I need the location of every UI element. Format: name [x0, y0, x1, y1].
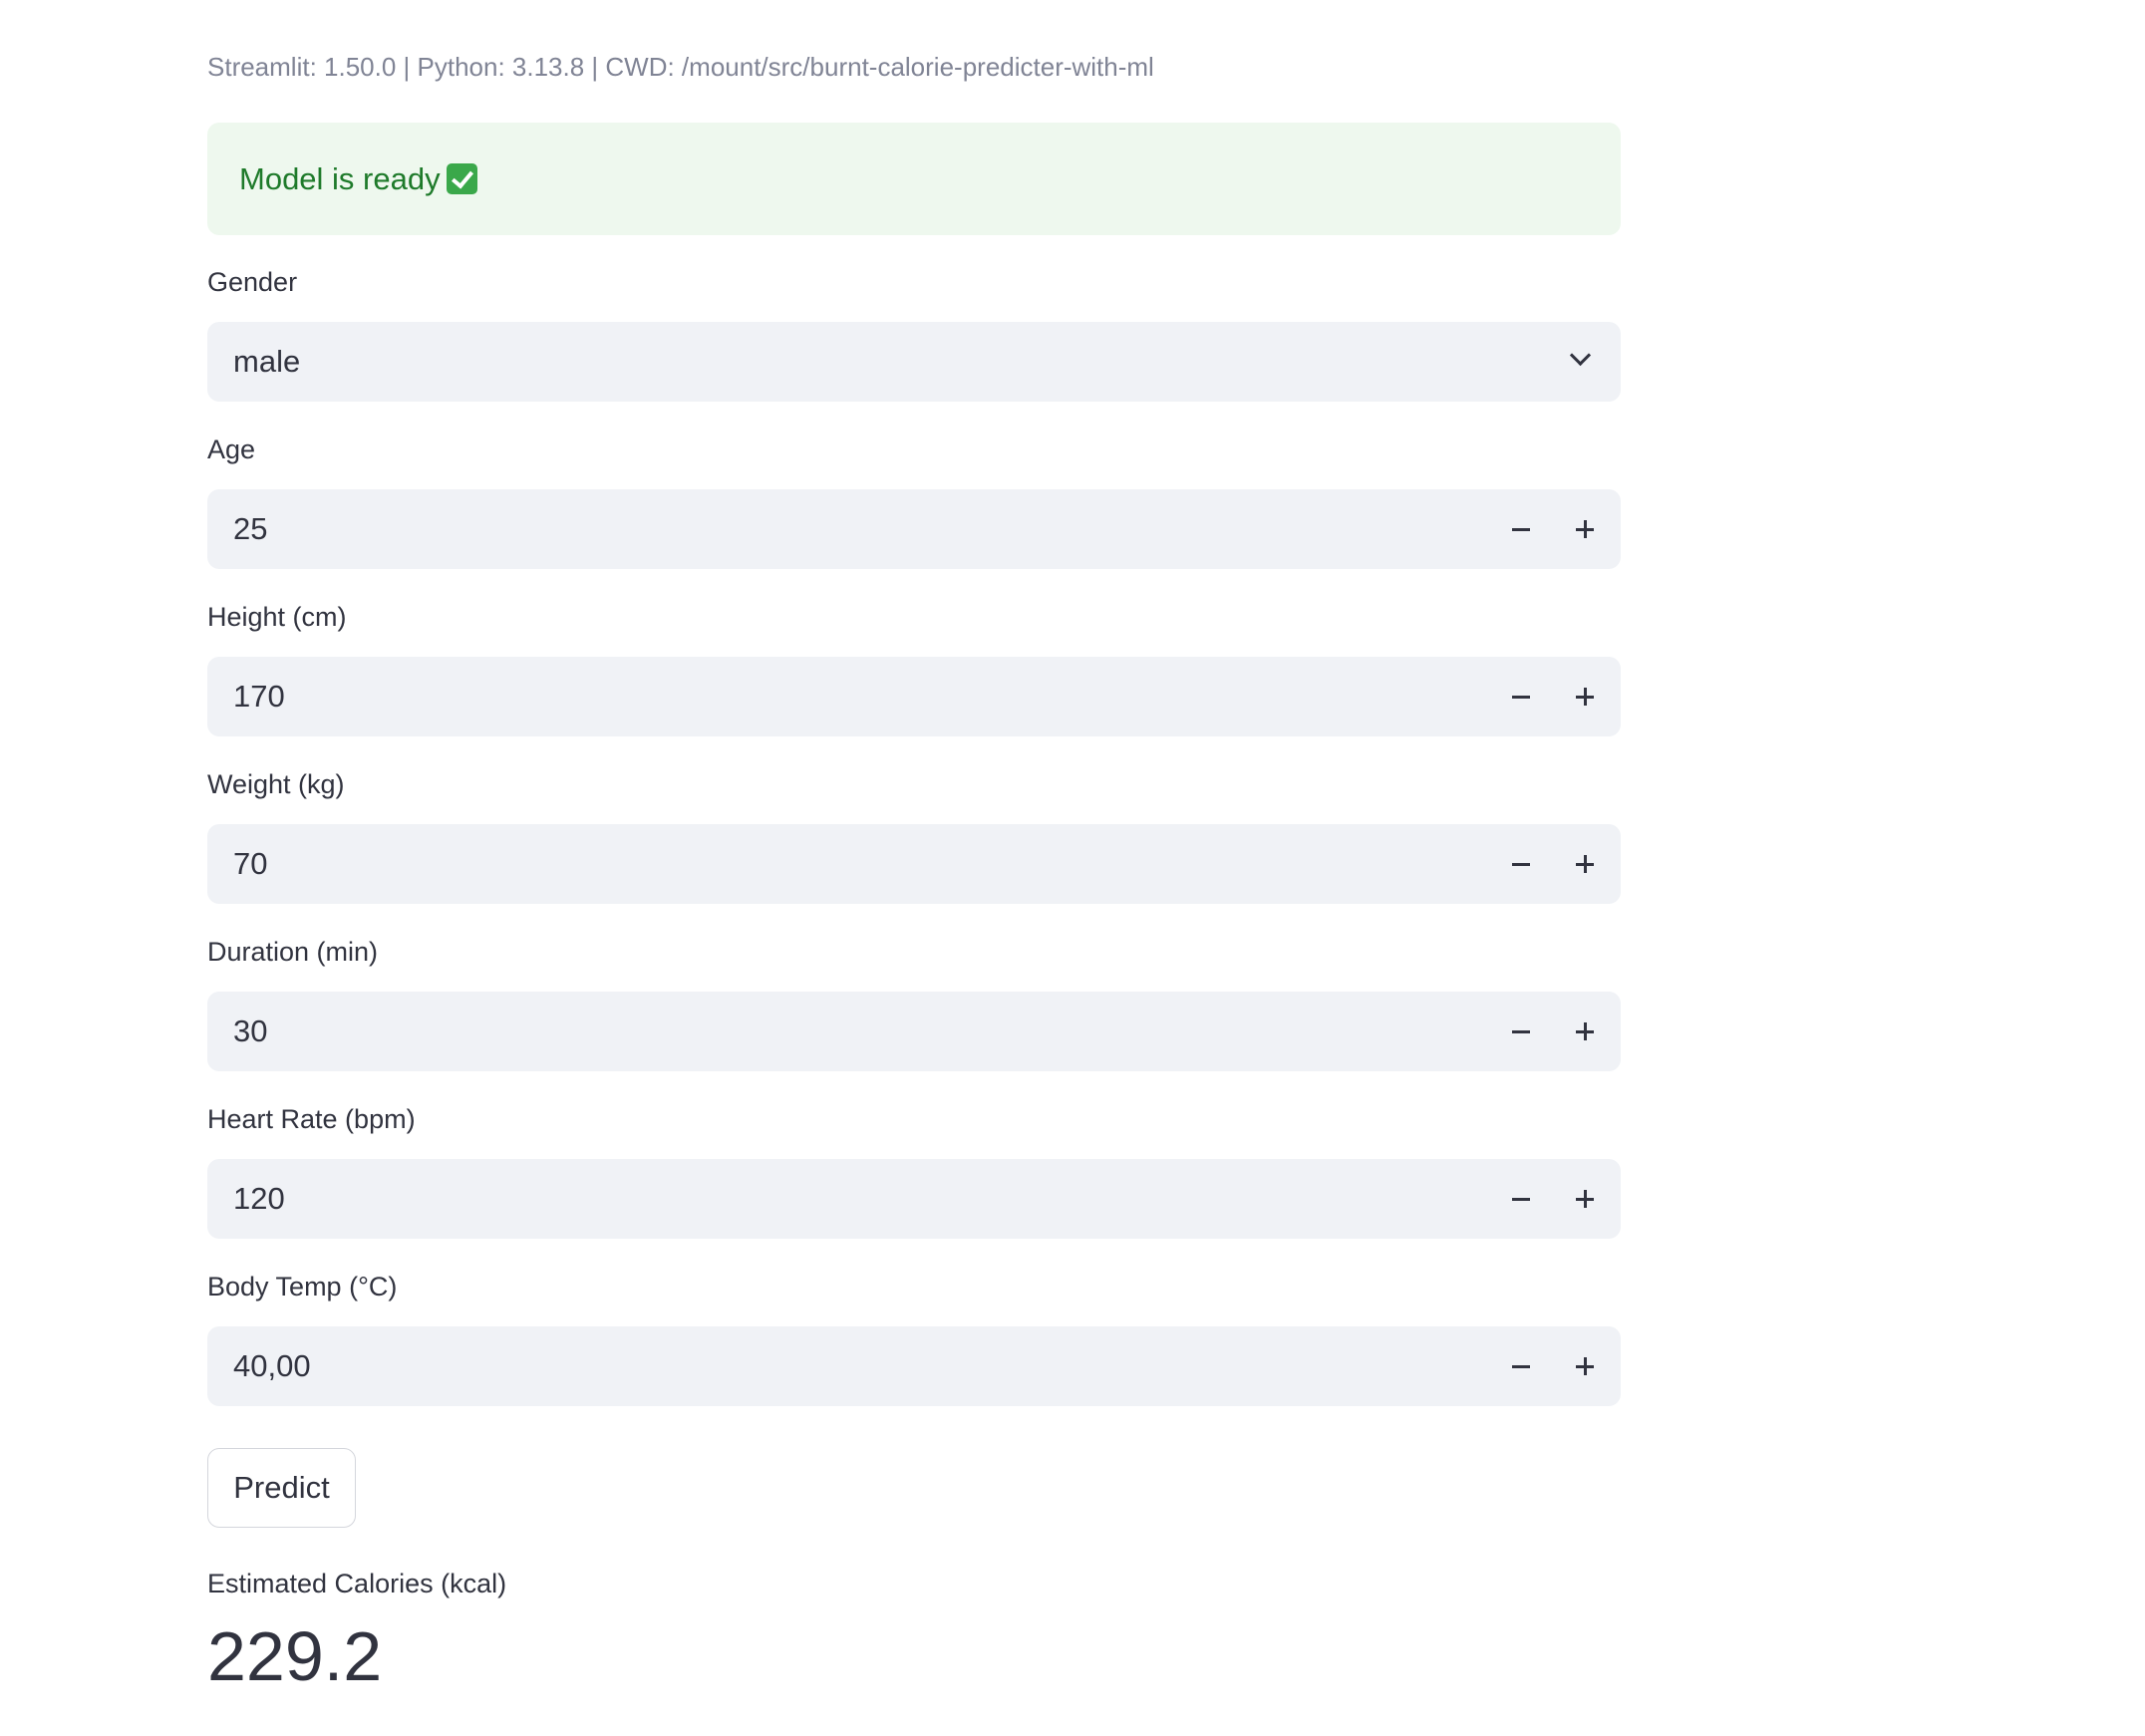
check-mark-icon — [446, 163, 477, 194]
duration-increment-button[interactable] — [1555, 992, 1615, 1071]
weight-input[interactable]: 70 — [233, 824, 267, 904]
duration-label: Duration (min) — [207, 937, 379, 967]
gender-label: Gender — [207, 267, 298, 297]
result-value: 229.2 — [207, 1617, 383, 1695]
body-temp-stepper: 40,00 — [207, 1326, 1621, 1406]
age-label: Age — [207, 434, 256, 464]
heart-rate-label: Heart Rate (bpm) — [207, 1104, 416, 1134]
duration-stepper: 30 — [207, 992, 1621, 1071]
body-temp-label: Body Temp (°C) — [207, 1272, 398, 1302]
body-temp-increment-button[interactable] — [1555, 1326, 1615, 1406]
minus-icon — [1512, 1029, 1530, 1033]
body-temp-input[interactable]: 40,00 — [233, 1326, 311, 1406]
weight-increment-button[interactable] — [1555, 824, 1615, 904]
minus-icon — [1512, 1364, 1530, 1368]
minus-icon — [1512, 862, 1530, 866]
predict-button[interactable]: Predict — [207, 1448, 356, 1528]
weight-decrement-button[interactable] — [1491, 824, 1551, 904]
heart-rate-increment-button[interactable] — [1555, 1159, 1615, 1239]
chevron-down-icon[interactable] — [1567, 346, 1593, 372]
duration-decrement-button[interactable] — [1491, 992, 1551, 1071]
body-temp-decrement-button[interactable] — [1491, 1326, 1551, 1406]
heart-rate-stepper: 120 — [207, 1159, 1621, 1239]
height-stepper: 170 — [207, 657, 1621, 736]
duration-input[interactable]: 30 — [233, 992, 267, 1071]
weight-label: Weight (kg) — [207, 769, 345, 799]
height-increment-button[interactable] — [1555, 657, 1615, 736]
result-label: Estimated Calories (kcal) — [207, 1569, 507, 1598]
app-page: Streamlit: 1.50.0 | Python: 3.13.8 | CWD… — [0, 0, 2145, 1736]
age-increment-button[interactable] — [1555, 489, 1615, 569]
env-caption: Streamlit: 1.50.0 | Python: 3.13.8 | CWD… — [207, 52, 1154, 82]
minus-icon — [1512, 695, 1530, 699]
alert-text: Model is ready — [239, 160, 441, 196]
age-decrement-button[interactable] — [1491, 489, 1551, 569]
model-ready-alert: Model is ready — [207, 123, 1621, 235]
height-input[interactable]: 170 — [233, 657, 285, 736]
weight-stepper: 70 — [207, 824, 1621, 904]
age-stepper: 25 — [207, 489, 1621, 569]
heart-rate-input[interactable]: 120 — [233, 1159, 285, 1239]
minus-icon — [1512, 1197, 1530, 1201]
minus-icon — [1512, 527, 1530, 531]
gender-selected-value: male — [233, 344, 301, 379]
age-input[interactable]: 25 — [233, 489, 267, 569]
heart-rate-decrement-button[interactable] — [1491, 1159, 1551, 1239]
height-decrement-button[interactable] — [1491, 657, 1551, 736]
gender-select[interactable]: male — [207, 322, 1621, 402]
height-label: Height (cm) — [207, 602, 347, 632]
